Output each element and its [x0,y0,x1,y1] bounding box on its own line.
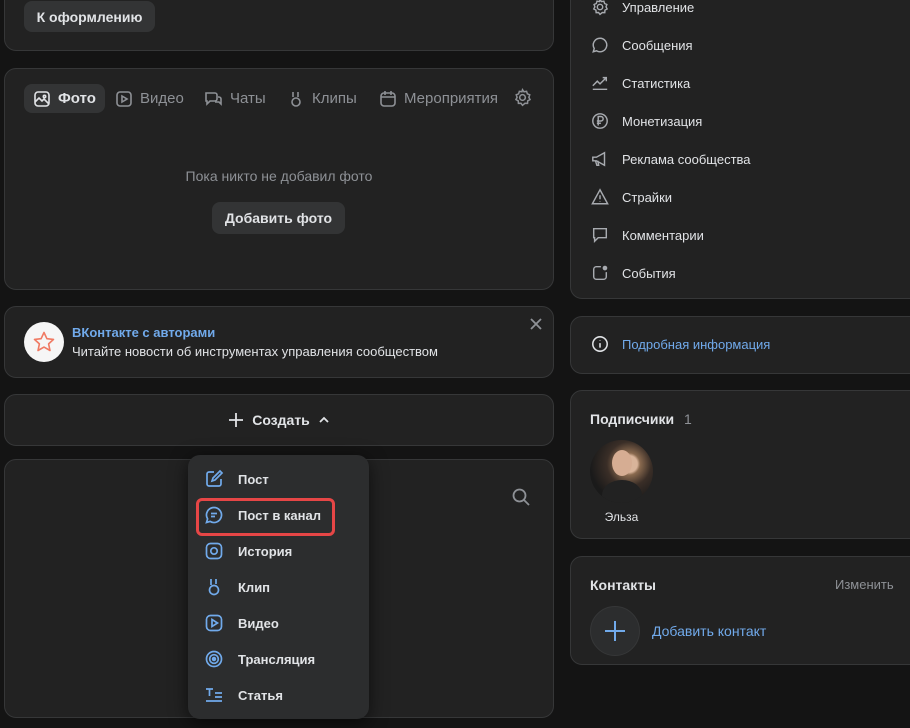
close-icon[interactable] [529,317,543,331]
contacts-title: Контакты [590,577,657,593]
menu-item-statistics[interactable]: Статистика [590,72,690,94]
menu-item-monetization[interactable]: Монетизация [590,110,702,132]
dropdown-item-article[interactable]: Статья [204,684,283,706]
menu-item-comments[interactable]: Комментарии [590,224,704,246]
story-icon [204,541,224,561]
article-icon [204,685,224,705]
menu-item-messages[interactable]: Сообщения [590,34,693,56]
add-contact-button[interactable]: Добавить контакт [590,606,766,656]
menu-item-events[interactable]: События [590,262,676,284]
dropdown-item-label: Статья [238,687,283,703]
channel-post-icon [204,505,224,525]
clip-icon [204,577,224,597]
tab-clips[interactable]: Клипы [287,84,357,113]
dropdown-item-label: История [238,543,293,559]
dropdown-item-post[interactable]: Пост [204,468,269,490]
contacts-edit-link[interactable]: Изменить [835,577,894,592]
menu-item-label: Управление [622,0,695,15]
tab-label: Видео [140,90,184,107]
menu-item-management[interactable]: Управление [590,0,694,18]
design-button[interactable]: К оформлению [24,1,155,32]
plus-icon [228,412,244,428]
info-card: Подробная информация [570,316,910,374]
promo-text: Читайте новости об инструментах управлен… [72,344,438,359]
subscribers-count: 1 [684,411,692,427]
video-icon [204,613,224,633]
star-icon [32,330,56,354]
gear-icon[interactable] [513,88,532,107]
dropdown-item-label: Пост в канал [238,507,322,523]
tab-label: Клипы [312,90,357,107]
create-dropdown: Пост Пост в канал История Клип Видео Тра… [188,455,369,719]
top-card: К оформлению [4,0,554,51]
promo-card: ВКонтакте с авторами Читайте новости об … [4,306,554,378]
chats-icon [203,90,223,108]
chevron-up-icon [318,414,330,426]
menu-item-label: Монетизация [622,113,703,129]
calendar-icon [379,90,397,108]
menu-item-label: Сообщения [622,37,693,53]
menu-item-strikes[interactable]: Страйки [590,186,672,208]
photo-icon [33,90,51,108]
empty-photos-text: Пока никто не добавил фото [185,168,373,184]
gear-icon [590,0,609,17]
subscriber-name[interactable]: Эльза [590,510,653,524]
tab-video[interactable]: Видео [115,84,184,113]
clips-icon [287,90,305,108]
subscribers-title: Подписчики [590,411,675,427]
add-contact-label: Добавить контакт [652,623,767,639]
ruble-icon [590,112,609,131]
menu-item-label: События [622,265,676,281]
edit-icon [204,469,224,489]
events-icon [590,264,609,283]
add-photo-button[interactable]: Добавить фото [212,202,345,234]
details-link[interactable]: Подробная информация [591,335,770,353]
plus-icon [604,620,626,642]
promo-title[interactable]: ВКонтакте с авторами [72,325,215,340]
comment-icon [590,226,609,245]
create-label: Создать [252,412,310,428]
tab-label: Чаты [230,90,266,107]
dropdown-item-label: Видео [238,615,279,631]
add-contact-circle [590,606,640,656]
menu-item-label: Реклама сообщества [622,151,751,167]
menu-item-label: Комментарии [622,227,704,243]
video-icon [115,90,133,108]
search-icon[interactable] [511,487,531,507]
details-link-label: Подробная информация [622,336,771,352]
message-icon [590,36,609,55]
create-button[interactable]: Создать [5,395,553,445]
tab-chats[interactable]: Чаты [203,84,266,113]
menu-item-label: Страйки [622,189,673,205]
dropdown-item-channel-post[interactable]: Пост в канал [204,504,321,526]
subscribers-header[interactable]: Подписчики 1 [590,411,692,427]
subscriber-avatar[interactable] [590,440,653,503]
dropdown-item-broadcast[interactable]: Трансляция [204,648,315,670]
promo-avatar [24,322,64,362]
statistics-icon [590,74,609,93]
dropdown-item-clip[interactable]: Клип [204,576,270,598]
tab-label: Фото [58,90,96,107]
contacts-card: Контакты Изменить Добавить контакт [570,556,910,665]
dropdown-item-label: Трансляция [238,651,316,667]
tab-photo[interactable]: Фото [24,84,105,113]
dropdown-item-video[interactable]: Видео [204,612,279,634]
subscribers-card: Подписчики 1 Эльза [570,390,910,539]
tab-label: Мероприятия [404,90,499,107]
menu-item-label: Статистика [622,75,691,91]
broadcast-icon [204,649,224,669]
warning-icon [590,188,609,207]
dropdown-item-label: Клип [238,579,271,595]
create-card[interactable]: Создать [4,394,554,446]
dropdown-item-story[interactable]: История [204,540,292,562]
dropdown-item-label: Пост [238,471,269,487]
info-icon [591,335,609,353]
tab-events[interactable]: Мероприятия [379,84,498,113]
megaphone-icon [590,150,609,169]
menu-item-ads[interactable]: Реклама сообщества [590,148,751,170]
